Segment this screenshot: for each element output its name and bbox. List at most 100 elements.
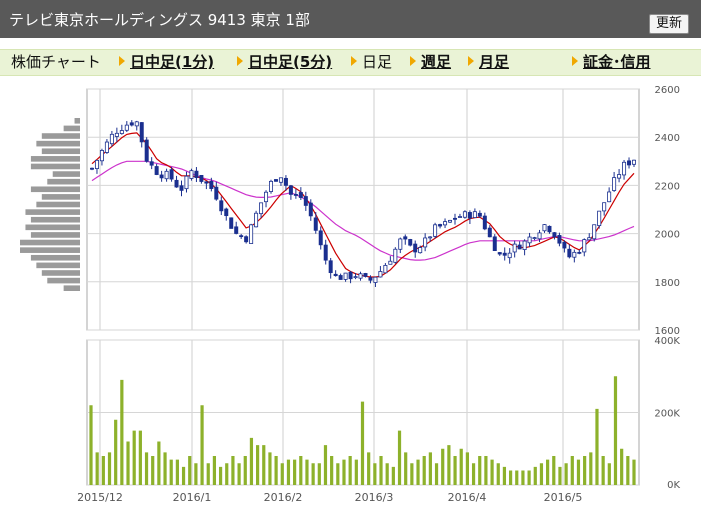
candle-body [109,133,114,145]
candle-body [353,276,358,279]
volume-bar [546,459,550,485]
volume-bar [589,452,593,485]
date-tick-label: 2016/4 [448,491,487,504]
volume-bar [620,448,624,485]
volume-bar [89,405,93,485]
candle-body [403,236,408,240]
date-tick-label: 2016/2 [264,491,303,504]
candle-body [348,271,353,280]
candle-body [338,275,343,280]
refresh-button[interactable]: 更新 [649,14,689,34]
volume-bar [367,452,371,485]
candle-body [224,208,229,217]
candle-body [517,244,522,250]
volume-profile-bar [30,232,81,238]
moving-average-line [91,160,635,261]
candle-body [597,210,602,227]
candle-body [139,122,144,143]
volume-bar [262,445,266,485]
volume-bar [471,463,476,485]
volume-bar [342,459,346,485]
volume-bar [120,379,124,485]
intraday-1min-link[interactable]: 日中足(1分) [119,53,214,72]
volume-panel [86,339,640,486]
candle-body [602,202,607,212]
volume-bar [441,448,445,485]
volume-bar [410,463,414,485]
candle-body [244,236,249,243]
candle-body [323,244,328,261]
volume-bar [256,445,260,485]
volume-bar [299,456,303,485]
candle-body [562,241,567,249]
candle-body [219,200,224,212]
price-panel [86,88,640,331]
candle-body [363,273,368,277]
candle-body [313,217,318,231]
candle-body [448,219,453,223]
volume-bar [465,452,469,485]
candle-body [502,252,507,256]
candle-body [457,216,462,218]
candle-body [612,177,617,191]
volume-bar [552,456,556,485]
volume-bar [194,463,198,485]
volume-bar [447,445,451,485]
candle-body [373,276,378,283]
volume-bar [225,463,229,485]
volume-bar [459,448,463,485]
candle-body [129,122,134,126]
volume-tick-label: 200K [654,409,680,420]
price-tick-label: 2000 [655,230,680,241]
candle-body [343,272,348,280]
volume-bar [323,445,328,485]
candle-body [234,226,239,234]
candle-body [542,224,547,232]
candle-body [592,224,597,240]
candle-body [99,150,104,162]
volume-bar [231,456,235,485]
volume-profile-bar [41,133,80,139]
intraday-5min-link[interactable]: 日中足(5分) [237,53,332,72]
volume-bar [237,463,241,485]
volume-bar [508,470,513,485]
volume-bar [576,459,581,485]
volume-bar [558,466,562,485]
candle-body [492,236,497,251]
volume-bar [157,441,161,485]
candle-body [114,132,119,137]
volume-bar [175,459,179,485]
volume-bar [188,456,192,485]
volume-bar [490,459,494,485]
candle-body [144,139,149,162]
weekly-link[interactable]: 週足 [410,53,451,72]
volume-bar [206,463,210,485]
volume-bar [114,419,118,485]
candle-body [632,159,637,165]
candle-body [254,212,259,228]
volume-bar [397,430,402,485]
volume-bar [181,466,186,485]
candle-body [582,239,587,253]
volume-bar [422,456,426,485]
candle-body [438,224,443,227]
monthly-link[interactable]: 月足 [468,53,509,72]
volume-profile-bar [30,163,81,170]
volume-bar [632,459,636,485]
margin-link[interactable]: 証金･信用 [572,53,651,72]
title-bar: テレビ東京ホールディングス 9413 東京 1部 更新 [0,0,701,38]
volume-bar [305,459,309,485]
candle-body [378,271,383,278]
volume-profile-bar [20,239,80,246]
volume-bar [218,466,223,485]
candle-body [527,236,532,244]
volume-bar [101,456,105,485]
stock-chart: 2600 2400 2200 2000 1800 1600400K 200K 0K 2015/… [20,85,680,504]
volume-profile-bar [30,254,81,261]
chart-nav-label: 株価チャート [11,53,101,71]
candle-body [90,167,95,170]
volume-bar [138,430,142,485]
volume-profile-bar [63,285,80,291]
date-tick-label: 2016/1 [173,491,212,504]
price-tick-label: 1800 [655,278,680,289]
